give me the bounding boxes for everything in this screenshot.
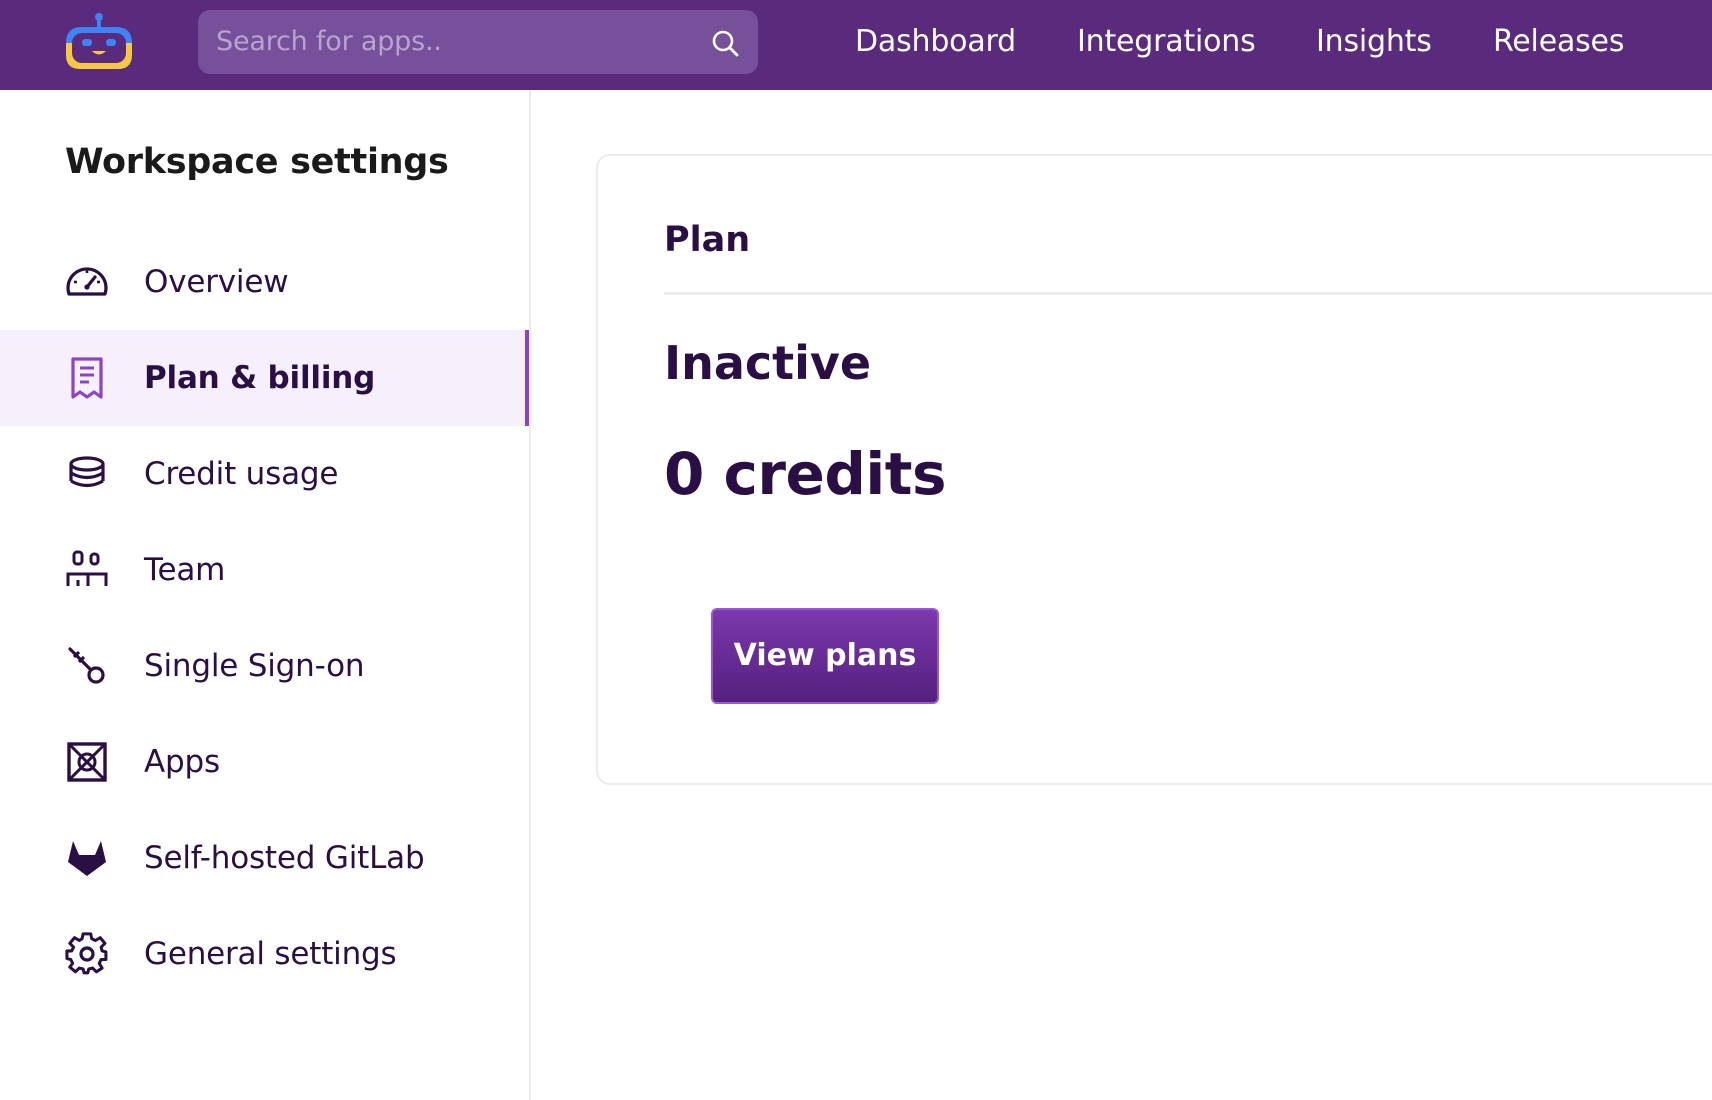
gear-icon xyxy=(65,932,108,975)
sidebar-item-label: Plan & billing xyxy=(144,360,376,396)
search-input[interactable]: Search for apps.. xyxy=(198,10,758,74)
sidebar-item-self-hosted-gitlab[interactable]: Self-hosted GitLab xyxy=(0,810,529,906)
sidebar-item-credit-usage[interactable]: Credit usage xyxy=(0,426,529,522)
sidebar-item-label: Self-hosted GitLab xyxy=(144,840,425,876)
plan-status: Inactive xyxy=(664,336,872,390)
plan-card-title: Plan xyxy=(664,220,751,260)
sidebar-item-label: Team xyxy=(144,552,226,588)
coins-stack-icon xyxy=(69,456,105,488)
top-navigation-bar: Search for apps.. Dashboard Integrations… xyxy=(0,0,1712,90)
sidebar-item-label: Overview xyxy=(144,264,289,300)
sidebar-item-label: Credit usage xyxy=(144,456,339,492)
view-plans-button[interactable]: View plans xyxy=(711,608,939,704)
key-icon xyxy=(68,647,105,684)
credits-balance: 0 credits xyxy=(664,440,947,508)
divider xyxy=(664,292,1712,295)
nav-integrations[interactable]: Integrations xyxy=(1077,0,1256,84)
search-placeholder: Search for apps.. xyxy=(216,26,442,57)
sidebar-item-label: Single Sign-on xyxy=(144,648,365,684)
sidebar-item-label: General settings xyxy=(144,936,397,972)
nav-releases[interactable]: Releases xyxy=(1493,0,1624,84)
robot-logo-icon[interactable] xyxy=(62,11,136,73)
receipt-icon xyxy=(71,357,103,399)
plan-card: Plan Inactive 0 credits View plans xyxy=(596,154,1712,785)
search-icon[interactable] xyxy=(710,28,740,58)
sidebar-item-general-settings[interactable]: General settings xyxy=(0,906,529,1002)
gitlab-icon xyxy=(68,841,106,876)
apps-box-icon xyxy=(67,742,107,782)
sidebar-item-single-sign-on[interactable]: Single Sign-on xyxy=(0,618,529,714)
sidebar-item-apps[interactable]: Apps xyxy=(0,714,529,810)
speedometer-icon xyxy=(66,267,108,296)
sidebar-item-plan-billing[interactable]: Plan & billing xyxy=(0,330,529,426)
sidebar-title: Workspace settings xyxy=(65,142,449,182)
team-icon xyxy=(66,550,108,586)
nav-insights[interactable]: Insights xyxy=(1316,0,1432,84)
nav-dashboard[interactable]: Dashboard xyxy=(855,0,1016,84)
sidebar-item-overview[interactable]: Overview xyxy=(0,234,529,330)
sidebar-item-team[interactable]: Team xyxy=(0,522,529,618)
sidebar-item-label: Apps xyxy=(144,744,220,780)
settings-sidebar: Workspace settings Overview Plan & billi… xyxy=(0,90,531,1100)
